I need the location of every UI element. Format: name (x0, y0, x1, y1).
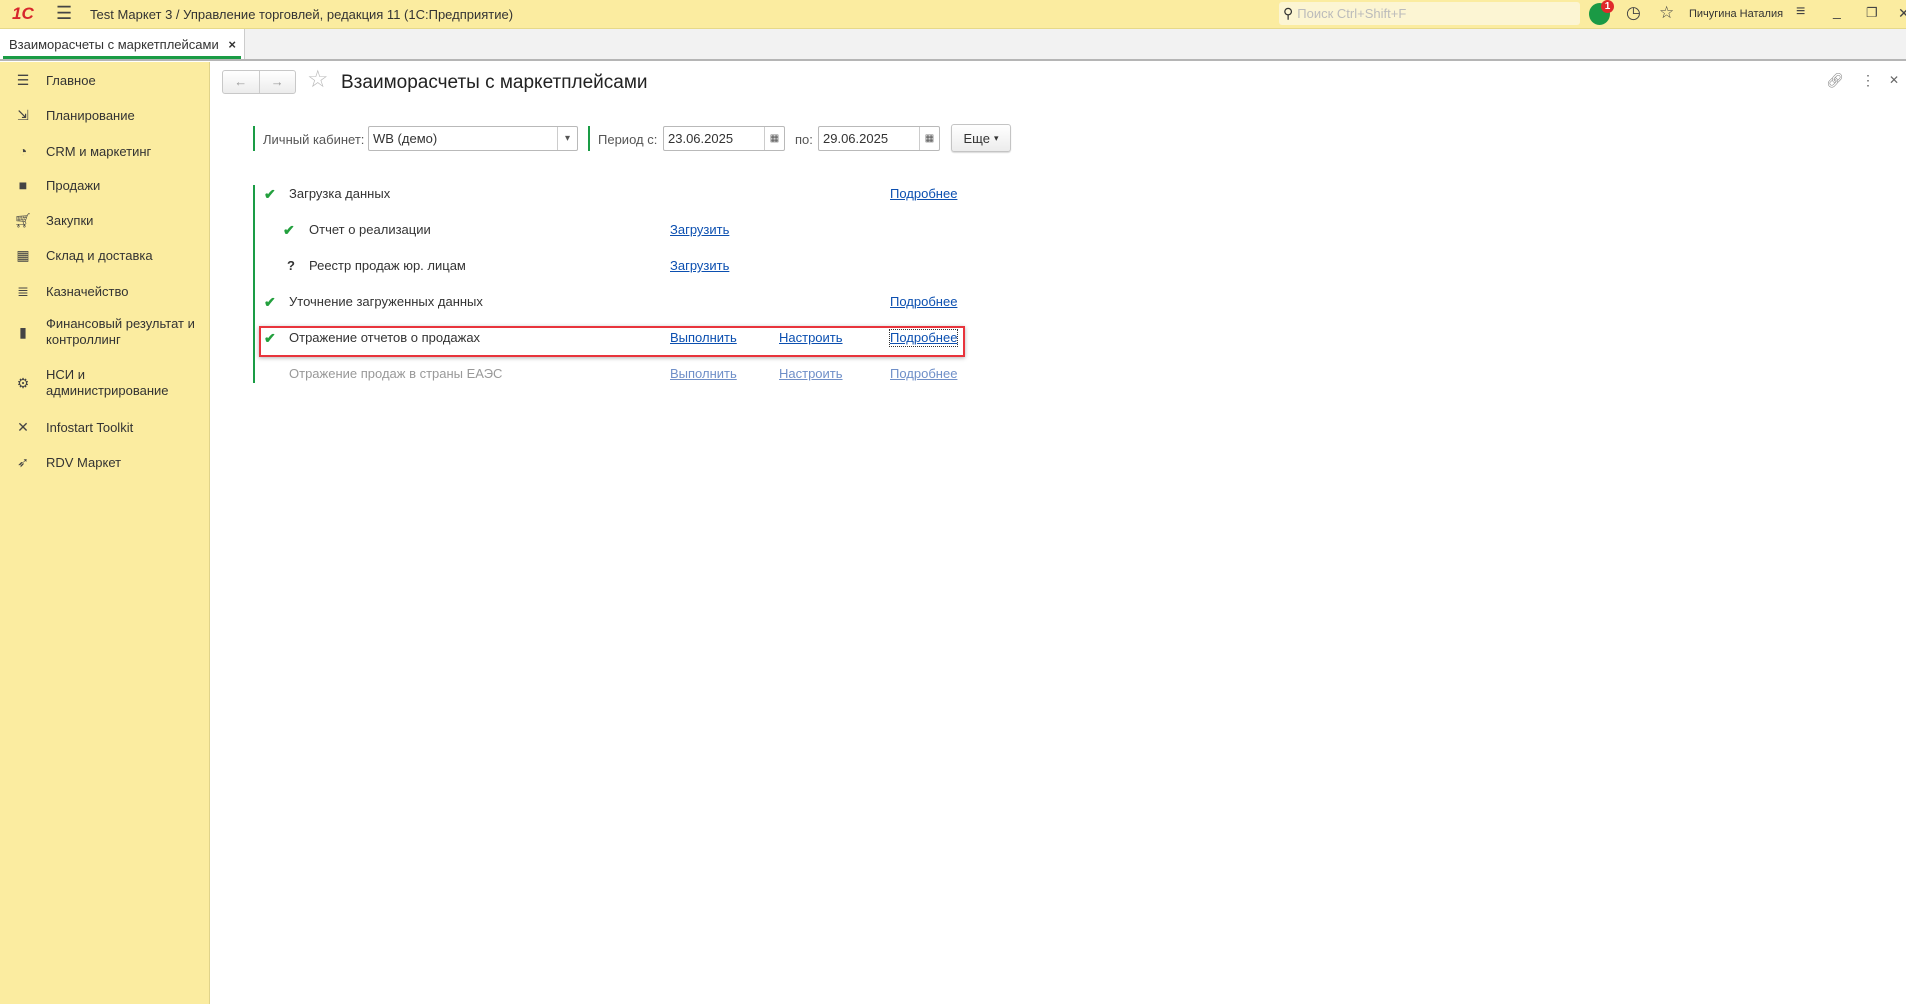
tab-bar: Взаиморасчеты с маркетплейсами × (0, 29, 1906, 61)
tab-marketplace-settlements[interactable]: Взаиморасчеты с маркетплейсами × (0, 29, 245, 59)
tools-icon: ✕ (17, 418, 29, 435)
account-select[interactable]: WB (демо) ▾ (368, 126, 578, 151)
user-name[interactable]: Пичугина Наталия (1689, 8, 1783, 20)
details-link[interactable]: Подробнее (890, 184, 957, 204)
period-to-value: 29.06.2025 (823, 131, 889, 146)
dropdown-arrow-icon[interactable]: ▾ (557, 127, 577, 150)
search-icon: ⚲ (1283, 5, 1294, 21)
dropdown-arrow-icon: ▾ (993, 132, 999, 143)
calendar-icon[interactable]: ▦ (919, 127, 939, 150)
run-link[interactable]: Выполнить (670, 364, 737, 384)
tab-close-icon[interactable]: × (228, 37, 236, 52)
title-bar: 1С ☰ Test Маркет 3 / Управление торговле… (0, 0, 1906, 29)
planning-icon: ⇲ (17, 106, 29, 123)
minimize-icon[interactable]: _ (1833, 3, 1841, 19)
check-icon: ✔ (264, 294, 276, 310)
check-icon: ✔ (264, 330, 276, 346)
step-eaeu-sales: Отражение продаж в страны ЕАЭС Выполнить… (0, 364, 960, 384)
page-title: Взаиморасчеты с маркетплейсами (341, 72, 648, 93)
load-link[interactable]: Загрузить (670, 220, 729, 240)
more-actions-icon[interactable]: ⋮ (1861, 72, 1875, 89)
star-icon[interactable]: ☆ (1659, 3, 1674, 23)
close-icon[interactable]: ✕ (1898, 5, 1906, 22)
load-link[interactable]: Загрузить (670, 256, 729, 276)
check-icon: ✔ (283, 222, 295, 238)
step-label: Отчет о реализации (309, 222, 431, 237)
sidebar-item-rdv[interactable]: ➶ RDV Маркет (0, 452, 210, 472)
forward-button[interactable]: → (260, 71, 296, 93)
1c-logo: 1С (12, 4, 34, 23)
step-legal-sales-registry: ? Реестр продаж юр. лицам Загрузить (0, 256, 960, 276)
steps-group-bar (253, 185, 255, 383)
nav-buttons: ← → (222, 70, 296, 94)
sidebar-item-label: Главное (46, 72, 96, 88)
sidebar-item-label: CRM и маркетинг (46, 143, 152, 159)
link-icon[interactable]: 🔗︎ (1826, 72, 1844, 89)
pie-chart-icon: ◔ (18, 143, 28, 159)
app-title: Test Маркет 3 / Управление торговлей, ре… (90, 7, 514, 22)
details-link[interactable]: Подробнее (888, 329, 959, 347)
period-from-label: Период с: (598, 132, 658, 147)
favorite-star-icon[interactable]: ☆ (307, 68, 329, 92)
run-link[interactable]: Выполнить (670, 328, 737, 348)
sidebar-item-infostart[interactable]: ✕ Infostart Toolkit (0, 417, 210, 437)
close-form-icon[interactable]: ✕ (1889, 73, 1899, 87)
restore-icon[interactable]: ❐ (1866, 5, 1878, 21)
period-to-input[interactable]: 29.06.2025 ▦ (818, 126, 940, 151)
period-group-bar (588, 126, 590, 151)
calendar-icon[interactable]: ▦ (764, 127, 784, 150)
step-sales-report: ✔ Отчет о реализации Загрузить (0, 220, 960, 240)
search-input[interactable]: ⚲ Поиск Ctrl+Shift+F (1279, 2, 1580, 25)
menu-icon: ☰ (16, 71, 30, 88)
account-group-bar (253, 126, 255, 151)
more-label: Еще (963, 130, 990, 146)
period-from-value: 23.06.2025 (668, 131, 734, 146)
step-label: Реестр продаж юр. лицам (309, 258, 466, 273)
sidebar-item-crm[interactable]: ◔ CRM и маркетинг (0, 141, 210, 161)
history-icon[interactable]: ◷ (1626, 3, 1641, 23)
sidebar-item-planning[interactable]: ⇲ Планирование (0, 105, 210, 125)
period-to-label: по: (795, 132, 813, 147)
sidebar-item-label: RDV Маркет (46, 454, 122, 470)
more-button[interactable]: Еще ▾ (951, 124, 1011, 152)
configure-link[interactable]: Настроить (779, 328, 843, 348)
period-from-input[interactable]: 23.06.2025 ▦ (663, 126, 785, 151)
back-button[interactable]: ← (223, 71, 260, 93)
details-link[interactable]: Подробнее (890, 364, 957, 384)
hamburger-icon[interactable]: ☰ (56, 3, 72, 24)
step-label: Уточнение загруженных данных (289, 294, 483, 309)
search-placeholder: Поиск Ctrl+Shift+F (1297, 6, 1407, 21)
account-value: WB (демо) (373, 131, 438, 146)
step-label: Отражение отчетов о продажах (289, 330, 481, 345)
sidebar-item-main[interactable]: ☰ Главное (0, 70, 210, 90)
step-label: Загрузка данных (289, 186, 391, 201)
account-label: Личный кабинет: (263, 132, 365, 147)
sidebar-item-label: Планирование (46, 107, 135, 123)
configure-link[interactable]: Настроить (779, 364, 843, 384)
sidebar-item-label: Infostart Toolkit (46, 419, 134, 435)
tab-label: Взаиморасчеты с маркетплейсами (9, 37, 219, 52)
question-icon: ? (287, 258, 295, 273)
details-link[interactable]: Подробнее (890, 292, 957, 312)
check-icon: ✔ (264, 186, 276, 202)
step-refine-data: ✔ Уточнение загруженных данных Подробнее (0, 292, 960, 312)
step-data-load: ✔ Загрузка данных Подробнее (0, 184, 960, 204)
step-label: Отражение продаж в страны ЕАЭС (289, 366, 503, 381)
step-sales-reports-posting: ✔ Отражение отчетов о продажах Выполнить… (0, 328, 960, 348)
rocket-icon: ➶ (17, 453, 29, 470)
notification-badge: 1 (1601, 0, 1614, 13)
settings-menu-icon[interactable]: ≡ (1796, 3, 1805, 21)
